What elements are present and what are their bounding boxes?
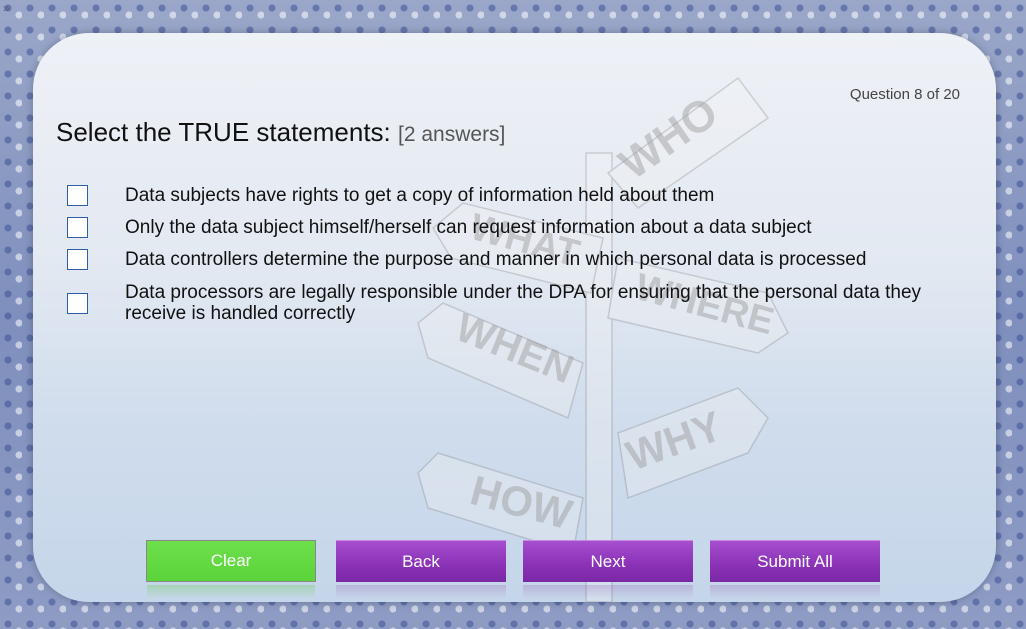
answer-option[interactable]: Data subjects have rights to get a copy … — [67, 185, 947, 206]
answer-option[interactable]: Only the data subject himself/herself ca… — [67, 217, 947, 238]
answer-count-hint: [2 answers] — [398, 123, 506, 146]
answer-checkbox[interactable] — [67, 185, 88, 206]
double-chevron-right-icon[interactable]: » — [3, 2, 10, 14]
answer-checkbox[interactable] — [67, 217, 88, 238]
question-title: Select the TRUE statements: [2 answers] — [56, 117, 505, 148]
answer-label[interactable]: Data subjects have rights to get a copy … — [125, 185, 714, 206]
question-counter: Question 8 of 20 — [849, 86, 960, 103]
next-button[interactable]: Next — [523, 540, 693, 599]
quiz-card: WHO WHAT WHERE WHEN WHY HOW Question 8 o… — [33, 33, 996, 602]
answer-option[interactable]: Data controllers determine the purpose a… — [67, 249, 947, 270]
answer-checkbox[interactable] — [67, 249, 88, 270]
answer-option[interactable]: Data processors are legally responsible … — [67, 282, 947, 324]
back-button[interactable]: Back — [336, 540, 506, 599]
question-text: Select the TRUE statements: — [56, 117, 391, 147]
answer-label[interactable]: Data controllers determine the purpose a… — [125, 249, 866, 270]
answer-label[interactable]: Only the data subject himself/herself ca… — [125, 217, 812, 238]
submit-all-button[interactable]: Submit All — [710, 540, 880, 599]
answer-label[interactable]: Data processors are legally responsible … — [125, 282, 947, 324]
answer-checkbox[interactable] — [67, 292, 88, 314]
clear-button[interactable]: Clear — [146, 540, 316, 599]
